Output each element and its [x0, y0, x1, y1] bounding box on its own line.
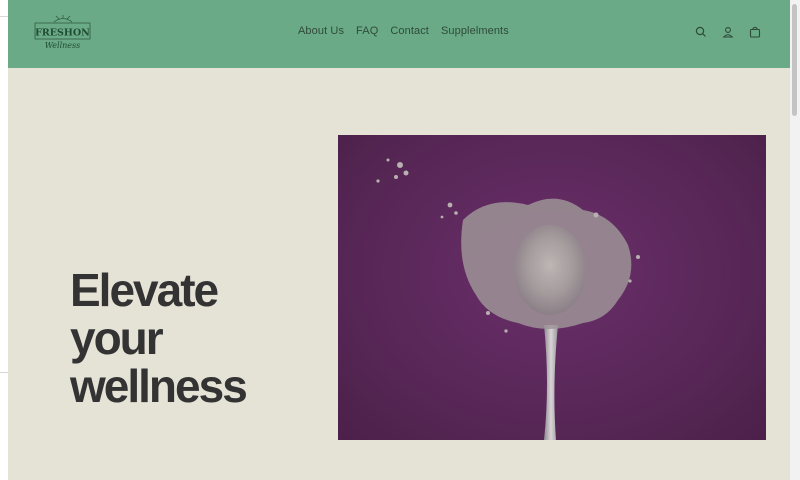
- nav-faq[interactable]: FAQ: [356, 25, 378, 37]
- main-nav: About Us FAQ Contact Supplelments: [298, 25, 509, 37]
- nav-supplements[interactable]: Supplelments: [441, 25, 509, 37]
- spoon-handle: [544, 325, 558, 440]
- site-header: FRESHON Wellness About Us FAQ Contact Su…: [8, 0, 790, 68]
- scrollbar[interactable]: [790, 0, 800, 480]
- header-icons: [694, 25, 762, 39]
- account-icon[interactable]: [721, 25, 735, 39]
- scrollbar-thumb[interactable]: [792, 4, 797, 116]
- nav-about-us[interactable]: About Us: [298, 25, 344, 37]
- nav-contact[interactable]: Contact: [390, 25, 429, 37]
- page: FRESHON Wellness About Us FAQ Contact Su…: [8, 0, 790, 480]
- left-edge-divider: [0, 372, 8, 373]
- cart-icon[interactable]: [748, 25, 762, 39]
- freshon-logo[interactable]: FRESHON Wellness: [32, 14, 94, 54]
- hero-title-line-1: Elevate: [70, 264, 219, 316]
- logo-name-top: FRESHON: [35, 28, 90, 39]
- hero-title: Elevate your wellness: [70, 266, 310, 410]
- hero-title-line-2: your: [70, 312, 164, 364]
- left-edge-divider: [0, 16, 8, 17]
- hero-title-line-3: wellness: [70, 360, 248, 412]
- spoon-bowl: [514, 225, 586, 315]
- search-icon[interactable]: [694, 25, 708, 39]
- logo-name-bottom: Wellness: [45, 41, 81, 50]
- powder-spoon-illustration: [376, 158, 640, 440]
- hero-image: [338, 135, 766, 440]
